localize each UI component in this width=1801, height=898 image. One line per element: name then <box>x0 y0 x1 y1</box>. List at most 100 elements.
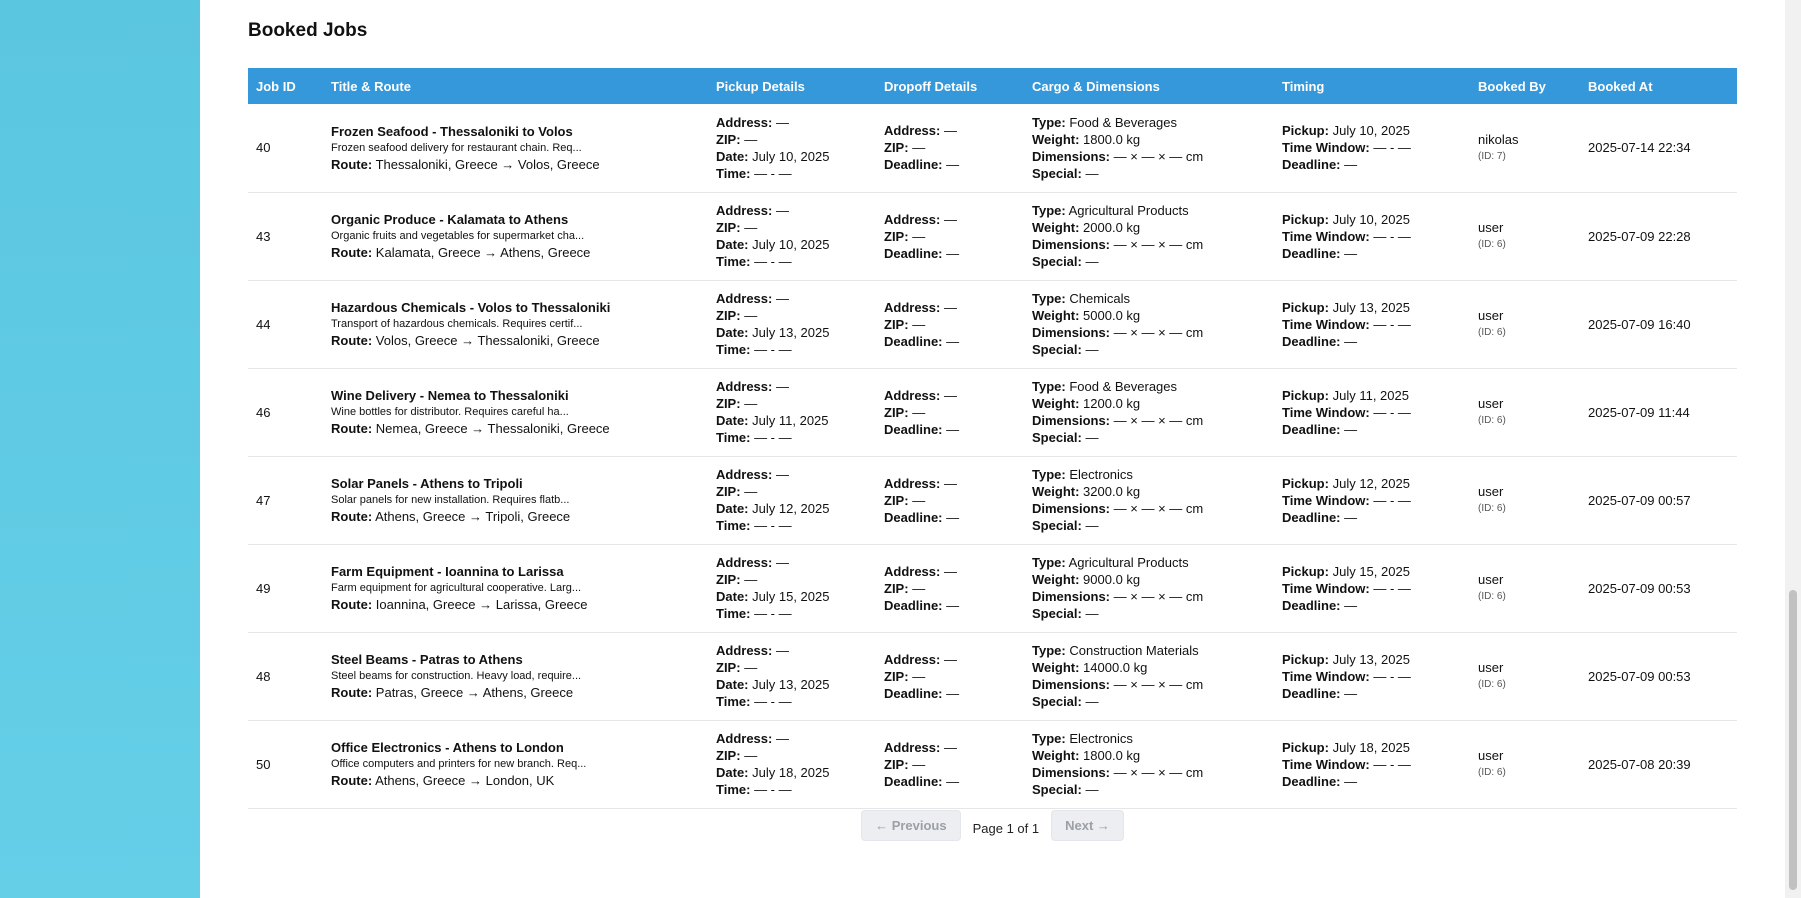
table-row[interactable]: 49 Farm Equipment - Ioannina to Larissa Fa… <box>248 544 1737 632</box>
cargo-type-label: Type: <box>1032 379 1066 394</box>
pickup-address: Address: — <box>716 466 868 483</box>
pickup-time-value: — - — <box>754 342 792 357</box>
dropoff-deadline: Deadline: — <box>884 156 1016 173</box>
section-title: Booked Jobs <box>248 20 368 41</box>
cargo-weight-label: Weight: <box>1032 131 1080 147</box>
vertical-scrollbar[interactable] <box>1785 0 1801 898</box>
cargo-type: Type: Agricultural Products <box>1032 202 1266 219</box>
timing-pickup-label: Pickup: <box>1282 651 1329 667</box>
timing-cell: Pickup: July 12, 2025 Time Window: — - — D… <box>1274 456 1470 544</box>
timing-window-value: — - — <box>1373 140 1411 156</box>
job-id-cell: 44 <box>256 316 271 332</box>
booked-at-cell: 2025-07-09 11:44 <box>1588 404 1690 420</box>
pickup-details-cell: Address: — ZIP: — Date: July 15, 2025 Time:… <box>708 544 876 632</box>
cargo-special-value: — <box>1085 430 1099 445</box>
booked-at-cell: 2025-07-09 22:28 <box>1588 228 1691 244</box>
timing-cell: Pickup: July 11, 2025 Time Window: — - — D… <box>1274 368 1470 456</box>
pickup-details-cell: Address: — ZIP: — Date: July 18, 2025 Time:… <box>708 720 876 808</box>
table-row[interactable]: 48 Steel Beams - Patras to Athens Steel be… <box>248 632 1737 720</box>
timing-pickup-label: Pickup: <box>1282 475 1329 491</box>
dropoff-address-value: — <box>943 475 957 491</box>
pickup-time-value: — - — <box>754 165 792 181</box>
cargo-dimensions-value: — × — × — cm <box>1113 413 1204 428</box>
dropoff-zip: ZIP: — <box>884 228 1016 245</box>
cargo-type-label: Type: <box>1032 291 1066 306</box>
timing-pickup: Pickup: July 11, 2025 <box>1282 387 1462 404</box>
job-title[interactable]: Solar Panels - Athens to Tripoli <box>331 475 700 492</box>
dropoff-address-label: Address: <box>884 475 941 491</box>
timing-window: Time Window: — - — <box>1282 756 1462 773</box>
cargo-dimensions: Dimensions: — × — × — cm <box>1032 676 1266 693</box>
table-row[interactable]: 46 Wine Delivery - Nemea to Thessaloniki W… <box>248 368 1737 456</box>
title-route-cell: Wine Delivery - Nemea to Thessaloniki Win… <box>323 368 708 456</box>
pickup-zip-value: — <box>744 220 758 235</box>
booked-by-cell: user (ID: 6) <box>1470 720 1580 808</box>
job-route-value: Volos, Greece → Thessaloniki, Greece <box>375 333 600 348</box>
cargo-special-value: — <box>1085 254 1099 269</box>
pickup-zip-label: ZIP: <box>716 572 741 587</box>
main-content: Booked Jobs Job ID Title & Route Pickup … <box>200 0 1785 898</box>
pickup-date: Date: July 10, 2025 <box>716 148 868 165</box>
timing-window-value: — - — <box>1373 580 1411 596</box>
table-row[interactable]: 43 Organic Produce - Kalamata to Athens Or… <box>248 192 1737 280</box>
booked-by-user: nikolas <box>1478 131 1519 147</box>
dropoff-zip-value: — <box>912 404 926 420</box>
pickup-details-cell: Address: — ZIP: — Date: July 10, 2025 Time:… <box>708 104 876 192</box>
job-route-label: Route: <box>331 421 373 436</box>
table-row[interactable]: 44 Hazardous Chemicals - Volos to Thessal… <box>248 280 1737 368</box>
dropoff-address-label: Address: <box>884 123 941 139</box>
cargo-dimensions-label: Dimensions: <box>1032 589 1111 604</box>
timing-deadline-value: — <box>1344 333 1358 349</box>
cargo-special-label: Special: <box>1032 254 1082 269</box>
job-title[interactable]: Frozen Seafood - Thessaloniki to Volos <box>331 123 700 140</box>
pickup-date-value: July 11, 2025 <box>752 413 829 428</box>
dropoff-deadline: Deadline: — <box>884 509 1016 526</box>
booked-by-cell: user (ID: 6) <box>1470 368 1580 456</box>
cargo-weight: Weight: 5000.0 kg <box>1032 307 1266 324</box>
job-title[interactable]: Wine Delivery - Nemea to Thessaloniki <box>331 387 700 404</box>
scrollbar-thumb[interactable] <box>1789 590 1797 890</box>
timing-cell: Pickup: July 10, 2025 Time Window: — - — D… <box>1274 192 1470 280</box>
pickup-address: Address: — <box>716 290 868 307</box>
cargo-type-label: Type: <box>1032 467 1066 482</box>
timing-window-value: — - — <box>1373 316 1411 332</box>
cargo-special-label: Special: <box>1032 430 1082 445</box>
dropoff-zip-value: — <box>912 140 926 156</box>
cargo-dimensions-value: — × — × — cm <box>1113 589 1204 604</box>
job-title[interactable]: Farm Equipment - Ioannina to Larissa <box>331 563 700 580</box>
job-title[interactable]: Office Electronics - Athens to London <box>331 739 700 756</box>
dropoff-deadline-label: Deadline: <box>884 685 943 701</box>
timing-window: Time Window: — - — <box>1282 580 1462 597</box>
job-description: Wine bottles for distributor. Requires c… <box>331 406 569 418</box>
job-description: Frozen seafood delivery for restaurant c… <box>331 141 582 154</box>
previous-page-button[interactable]: ← Previous <box>861 810 961 841</box>
pickup-date: Date: July 10, 2025 <box>716 236 868 253</box>
booked-by-cell: user (ID: 6) <box>1470 456 1580 544</box>
job-title[interactable]: Organic Produce - Kalamata to Athens <box>331 211 700 228</box>
pickup-time: Time: — - — <box>716 341 868 358</box>
job-title[interactable]: Hazardous Chemicals - Volos to Thessalon… <box>331 299 700 316</box>
dropoff-address: Address: — <box>884 563 1016 580</box>
dropoff-zip-label: ZIP: <box>884 580 909 596</box>
timing-pickup-value: July 13, 2025 <box>1332 299 1410 315</box>
booked-by-id: (ID: 6) <box>1478 767 1506 778</box>
job-title[interactable]: Steel Beams - Patras to Athens <box>331 651 700 668</box>
booked-by-cell: user (ID: 6) <box>1470 632 1580 720</box>
pickup-address-label: Address: <box>716 291 773 306</box>
timing-cell: Pickup: July 18, 2025 Time Window: — - — D… <box>1274 720 1470 808</box>
table-row[interactable]: 50 Office Electronics - Athens to London O… <box>248 720 1737 808</box>
cargo-special-value: — <box>1085 342 1099 357</box>
table-row[interactable]: 47 Solar Panels - Athens to Tripoli Solar … <box>248 456 1737 544</box>
dropoff-details-cell: Address: — ZIP: — Deadline: — <box>876 632 1024 720</box>
cargo-special-label: Special: <box>1032 606 1082 621</box>
job-route: Route: Ioannina, Greece → Larissa, Greec… <box>331 596 700 613</box>
pickup-date: Date: July 18, 2025 <box>716 764 868 781</box>
timing-window-label: Time Window: <box>1282 316 1370 332</box>
next-page-button[interactable]: Next → <box>1051 810 1124 841</box>
pickup-date-label: Date: <box>716 589 749 604</box>
table-row[interactable]: 40 Frozen Seafood - Thessaloniki to Volos… <box>248 104 1737 192</box>
pickup-address-value: — <box>775 291 789 306</box>
cargo-dimensions-value: — × — × — cm <box>1113 148 1204 164</box>
booked-jobs-table-wrapper: Job ID Title & Route Pickup Details Drop… <box>248 68 1737 841</box>
cargo-dimensions-label: Dimensions: <box>1032 765 1111 780</box>
